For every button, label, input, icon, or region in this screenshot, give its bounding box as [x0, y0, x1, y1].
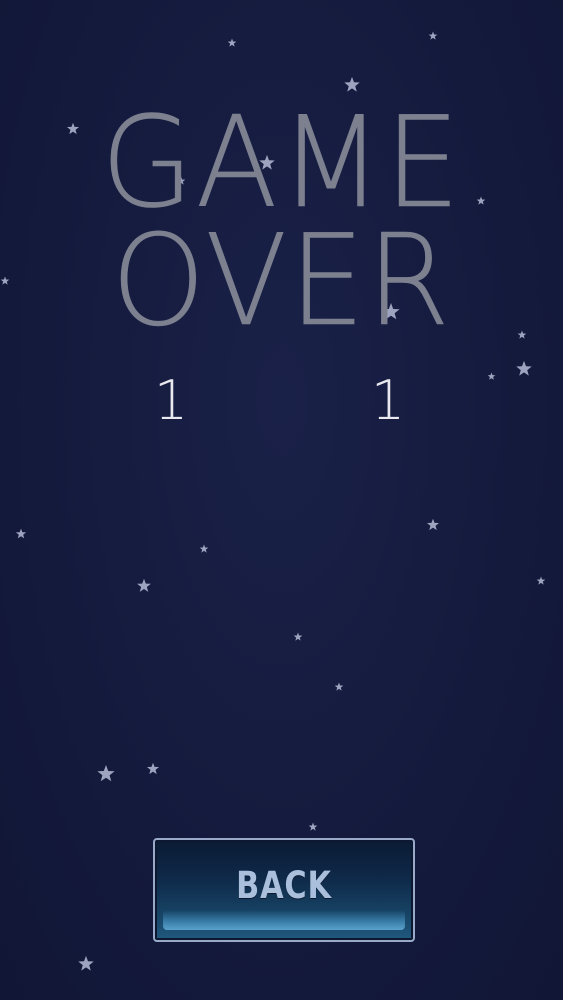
back-button-glow	[163, 910, 405, 930]
star-icon	[97, 765, 115, 782]
player-one-score: 1	[153, 369, 189, 432]
star-icon	[428, 31, 438, 40]
back-button[interactable]: BACK	[153, 838, 415, 942]
star-icon	[293, 632, 303, 641]
star-icon	[137, 578, 151, 592]
game-over-title-line-2: OVER	[111, 207, 452, 354]
star-icon	[15, 528, 27, 539]
player-two-score: 1	[370, 369, 406, 432]
star-icon	[78, 955, 94, 971]
star-icon	[516, 360, 532, 376]
star-icon	[227, 38, 237, 47]
star-icon	[536, 576, 546, 585]
star-icon	[0, 276, 10, 285]
star-icon	[334, 682, 344, 691]
back-button-label: BACK	[236, 864, 332, 907]
star-icon	[308, 822, 318, 831]
star-icon	[487, 372, 496, 380]
star-icon	[426, 518, 440, 531]
star-icon	[199, 544, 209, 553]
game-over-screen: GAME OVER 1 1 BACK	[0, 0, 563, 1000]
star-icon	[146, 762, 160, 775]
